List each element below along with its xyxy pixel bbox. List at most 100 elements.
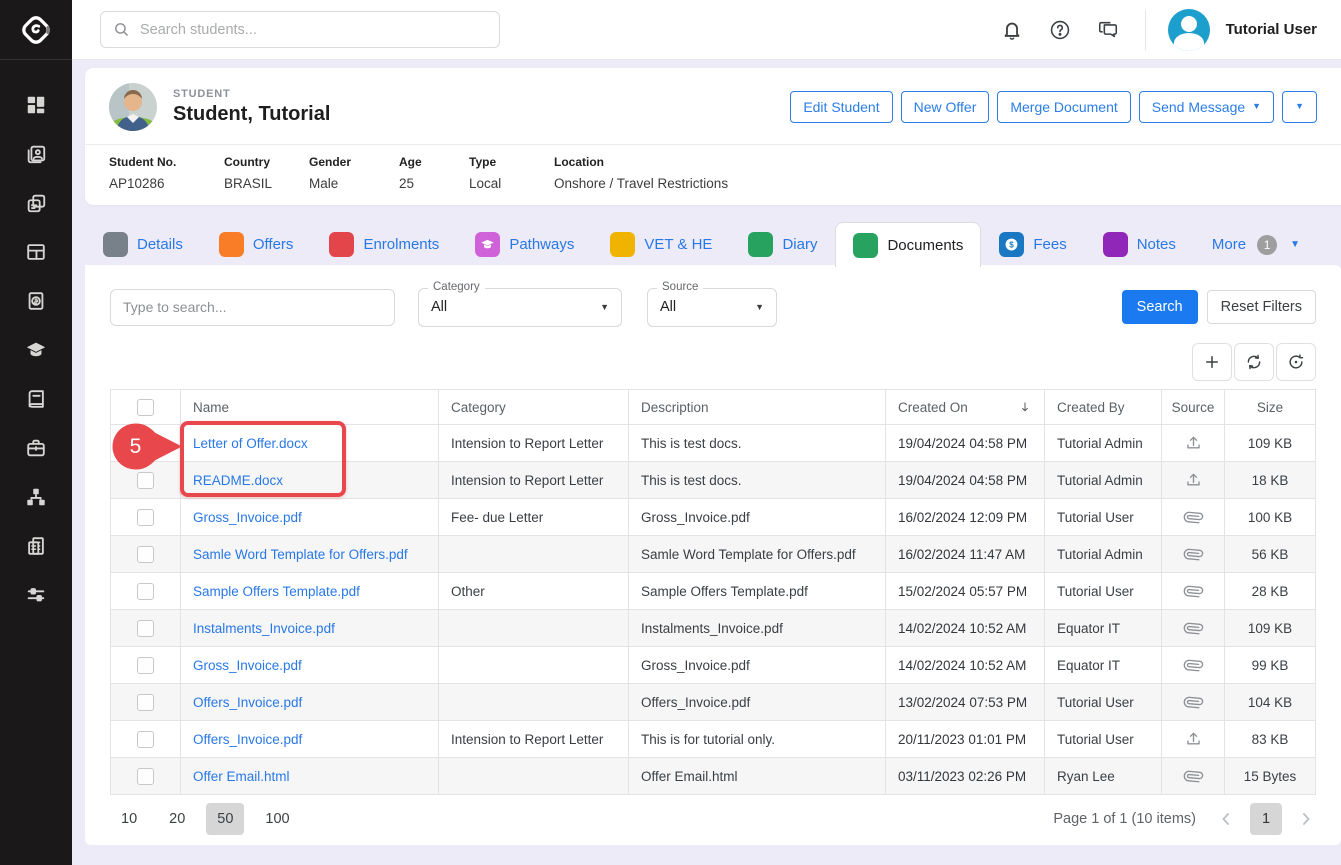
tab-vet-he[interactable]: VET & HE bbox=[592, 222, 730, 266]
row-checkbox[interactable] bbox=[137, 731, 154, 748]
source-cell bbox=[1162, 425, 1225, 461]
column-header-name[interactable]: Name bbox=[181, 390, 439, 424]
page-size-20[interactable]: 20 bbox=[158, 803, 196, 835]
student-field-student-no-: Student No.AP10286 bbox=[109, 155, 224, 191]
document-link[interactable]: Sample Offers Template.pdf bbox=[193, 584, 360, 599]
app-logo[interactable] bbox=[0, 0, 72, 60]
document-link[interactable]: Samle Word Template for Offers.pdf bbox=[193, 547, 408, 562]
description-cell: Sample Offers Template.pdf bbox=[629, 573, 886, 609]
column-header-description[interactable]: Description bbox=[629, 390, 886, 424]
graduation-cap-icon[interactable] bbox=[24, 338, 48, 362]
row-checkbox[interactable] bbox=[137, 620, 154, 637]
sort-descending-icon[interactable] bbox=[1018, 400, 1032, 414]
created-by-cell: Tutorial Admin bbox=[1045, 425, 1162, 461]
edit-student-button[interactable]: Edit Student bbox=[790, 91, 892, 123]
contacts-icon[interactable] bbox=[24, 142, 48, 166]
size-cell: 109 KB bbox=[1225, 425, 1315, 461]
row-select-cell bbox=[111, 684, 181, 720]
column-header-created_by[interactable]: Created By bbox=[1045, 390, 1162, 424]
name-cell: Instalments_Invoice.pdf bbox=[181, 610, 439, 646]
source-select[interactable]: Source All ▼ bbox=[647, 288, 777, 327]
document-link[interactable]: Offer Email.html bbox=[193, 769, 290, 784]
select-all-checkbox[interactable] bbox=[137, 399, 154, 416]
notification-bell-icon[interactable] bbox=[1001, 19, 1023, 41]
row-checkbox[interactable] bbox=[137, 509, 154, 526]
field-label: Student No. bbox=[109, 155, 224, 169]
page-number-button[interactable]: 1 bbox=[1250, 803, 1282, 835]
history-button[interactable] bbox=[1276, 343, 1316, 381]
tab-pathways[interactable]: Pathways bbox=[457, 222, 592, 266]
document-link[interactable]: Offers_Invoice.pdf bbox=[193, 695, 302, 710]
global-search-input[interactable] bbox=[140, 22, 487, 38]
table-row: Offers_Invoice.pdfIntension to Report Le… bbox=[111, 721, 1315, 758]
row-checkbox[interactable] bbox=[137, 694, 154, 711]
column-header-label: Source bbox=[1172, 400, 1215, 415]
page-size-10[interactable]: 10 bbox=[110, 803, 148, 835]
more-actions-button[interactable]: ▼ bbox=[1282, 91, 1317, 123]
book-icon[interactable] bbox=[24, 387, 48, 411]
row-select-cell bbox=[111, 758, 181, 794]
source-cell bbox=[1162, 573, 1225, 609]
paperclip-icon bbox=[1184, 693, 1203, 712]
page-size-50[interactable]: 50 bbox=[206, 803, 244, 835]
tab-label: More bbox=[1212, 236, 1246, 253]
source-cell bbox=[1162, 684, 1225, 720]
row-checkbox[interactable] bbox=[137, 435, 154, 452]
document-link[interactable]: Gross_Invoice.pdf bbox=[193, 658, 302, 673]
merge-document-button[interactable]: Merge Document bbox=[997, 91, 1130, 123]
reset-filters-button[interactable]: Reset Filters bbox=[1207, 290, 1316, 324]
tab-enrolments[interactable]: Enrolments bbox=[311, 222, 457, 266]
description-cell: Offers_Invoice.pdf bbox=[629, 684, 886, 720]
send-message-button[interactable]: Send Message▼ bbox=[1139, 91, 1274, 123]
settings-sliders-icon[interactable] bbox=[24, 583, 48, 607]
help-circle-icon[interactable] bbox=[1049, 19, 1071, 41]
global-search[interactable] bbox=[100, 11, 500, 48]
document-link[interactable]: README.docx bbox=[193, 473, 283, 488]
briefcase-icon[interactable] bbox=[24, 436, 48, 460]
category-select[interactable]: Category All ▼ bbox=[418, 288, 622, 327]
row-checkbox[interactable] bbox=[137, 768, 154, 785]
tab-diary[interactable]: Diary bbox=[730, 222, 835, 266]
dashboard-icon[interactable] bbox=[24, 93, 48, 117]
created-by-cell: Tutorial User bbox=[1045, 721, 1162, 757]
document-link[interactable]: Letter of Offer.docx bbox=[193, 436, 308, 451]
column-header-label: Category bbox=[451, 400, 506, 415]
tab-more[interactable]: More1▼ bbox=[1194, 222, 1318, 266]
new-offer-button[interactable]: New Offer bbox=[901, 91, 990, 123]
chat-icon[interactable] bbox=[1097, 19, 1119, 41]
tab-details[interactable]: Details bbox=[85, 222, 201, 266]
network-icon[interactable] bbox=[24, 485, 48, 509]
diary-tab-icon bbox=[748, 232, 773, 257]
size-cell: 15 Bytes bbox=[1225, 758, 1315, 794]
documents-panel: Category All ▼ Source All ▼ Search Reset… bbox=[85, 265, 1341, 845]
layout-icon[interactable] bbox=[24, 240, 48, 264]
column-header-source[interactable]: Source bbox=[1162, 390, 1225, 424]
row-checkbox[interactable] bbox=[137, 472, 154, 489]
tab-notes[interactable]: Notes bbox=[1085, 222, 1194, 266]
tab-offers[interactable]: Offers bbox=[201, 222, 312, 266]
bank-invoice-icon[interactable] bbox=[24, 289, 48, 313]
user-menu[interactable]: Tutorial User bbox=[1168, 9, 1317, 51]
row-checkbox[interactable] bbox=[137, 583, 154, 600]
tab-documents[interactable]: Documents bbox=[835, 222, 981, 267]
next-page-icon[interactable] bbox=[1296, 809, 1316, 829]
column-header-created_on[interactable]: Created On bbox=[886, 390, 1045, 424]
page-size-100[interactable]: 100 bbox=[254, 803, 300, 835]
tab-fees[interactable]: $Fees bbox=[981, 222, 1084, 266]
copy-documents-icon[interactable] bbox=[24, 191, 48, 215]
document-link[interactable]: Gross_Invoice.pdf bbox=[193, 510, 302, 525]
column-header-size[interactable]: Size bbox=[1225, 390, 1315, 424]
row-checkbox[interactable] bbox=[137, 546, 154, 563]
column-header-category[interactable]: Category bbox=[439, 390, 629, 424]
description-cell: This is test docs. bbox=[629, 425, 886, 461]
document-link[interactable]: Offers_Invoice.pdf bbox=[193, 732, 302, 747]
add-button[interactable] bbox=[1192, 343, 1232, 381]
search-button[interactable]: Search bbox=[1122, 290, 1198, 324]
document-link[interactable]: Instalments_Invoice.pdf bbox=[193, 621, 335, 636]
refresh-button[interactable] bbox=[1234, 343, 1274, 381]
building-icon[interactable] bbox=[24, 534, 48, 558]
previous-page-icon[interactable] bbox=[1216, 809, 1236, 829]
document-search-input[interactable] bbox=[110, 289, 395, 326]
row-checkbox[interactable] bbox=[137, 657, 154, 674]
table-row: Sample Offers Template.pdfOtherSample Of… bbox=[111, 573, 1315, 610]
